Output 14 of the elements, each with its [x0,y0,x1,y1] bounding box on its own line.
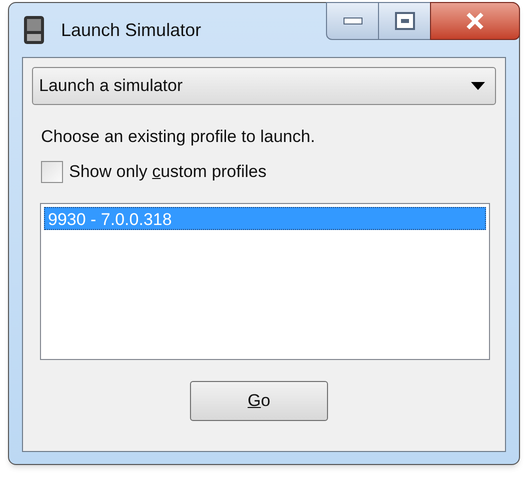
minimize-icon [342,17,362,25]
instruction-text: Choose an existing profile to launch. [41,127,316,147]
maximize-icon [394,12,414,30]
simulator-dropdown[interactable]: Launch a simulator [32,67,496,105]
close-button[interactable] [430,2,520,40]
close-icon [465,12,485,30]
go-button[interactable]: Go [190,380,328,420]
phone-icon [23,15,45,45]
checkbox[interactable] [41,160,63,183]
minimize-button[interactable] [326,2,379,40]
window-title: Launch Simulator [61,18,202,42]
checkbox-label: Show only custom profiles [69,161,266,183]
caret-icon [471,82,485,90]
maximize-button[interactable] [379,2,430,40]
